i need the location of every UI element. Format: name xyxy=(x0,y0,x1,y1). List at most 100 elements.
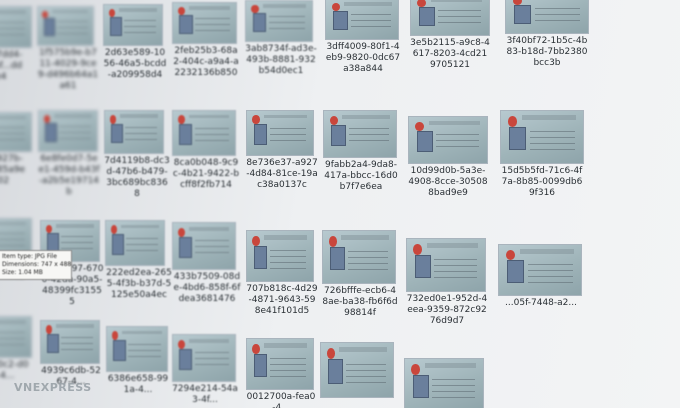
portrait-photo xyxy=(252,13,267,32)
emblem-icon xyxy=(252,236,260,246)
card-text-lines xyxy=(527,264,573,283)
id-card-thumbnail[interactable] xyxy=(106,326,168,372)
card-text-lines xyxy=(124,20,157,36)
card-text-lines xyxy=(270,127,307,145)
card-header-text xyxy=(0,116,26,120)
emblem-icon xyxy=(42,10,49,19)
emblem-icon xyxy=(331,3,340,11)
id-card-thumbnail[interactable] xyxy=(505,0,589,34)
id-card-thumbnail[interactable] xyxy=(105,220,165,266)
file-name-label: ...05f-7448-a2... xyxy=(505,298,577,308)
card-text-lines xyxy=(128,343,161,361)
emblem-icon xyxy=(109,115,116,124)
card-text-lines xyxy=(0,233,25,248)
emblem-icon xyxy=(178,7,185,15)
card-header-text xyxy=(430,0,482,2)
emblem-icon xyxy=(251,5,259,13)
file-name-label: 3ab8734f-ad3e-493b-8881-932b54d0ec1 xyxy=(245,44,317,76)
id-card-thumbnail[interactable] xyxy=(0,112,32,152)
id-card-thumbnail[interactable] xyxy=(246,110,314,156)
file-name-label: 3f40bf72-1b5c-4b83-b18d-7bb2380bcc3b xyxy=(506,36,588,68)
card-header-text xyxy=(428,120,480,125)
card-header-text xyxy=(55,224,94,228)
card-text-lines xyxy=(270,358,307,377)
portrait-photo xyxy=(109,17,123,36)
file-name-label: 2d63e589-1056-46a5-bcdd-a209958d4 xyxy=(103,48,167,80)
card-text-lines xyxy=(0,332,25,348)
id-card-thumbnail[interactable] xyxy=(408,116,488,164)
card-text-lines xyxy=(61,336,94,353)
emblem-icon xyxy=(328,236,337,247)
id-card-thumbnail[interactable] xyxy=(38,110,98,152)
file-name-label: 71f...7dd4-4...5bf...dd1e4 xyxy=(0,50,23,82)
id-card-thumbnail[interactable] xyxy=(37,6,94,46)
emblem-icon xyxy=(177,227,185,237)
card-header-text xyxy=(188,114,230,119)
portrait-photo xyxy=(509,126,526,151)
card-header-text xyxy=(53,114,92,118)
id-card-thumbnail[interactable] xyxy=(498,244,582,296)
emblem-icon xyxy=(411,364,420,375)
id-card-thumbnail[interactable] xyxy=(322,230,396,284)
id-card-thumbnail[interactable] xyxy=(0,316,32,358)
card-header-text xyxy=(120,224,159,229)
portrait-photo xyxy=(507,260,524,283)
id-card-thumbnail[interactable] xyxy=(40,320,100,364)
id-card-thumbnail[interactable] xyxy=(500,110,584,164)
card-header-text xyxy=(55,324,94,329)
portrait-photo xyxy=(514,5,531,24)
id-card-thumbnail[interactable] xyxy=(246,230,314,282)
id-card-thumbnail[interactable] xyxy=(104,110,164,154)
card-text-lines xyxy=(59,126,92,142)
card-text-lines xyxy=(349,128,389,146)
card-header-text xyxy=(51,10,89,14)
id-card-thumbnail[interactable] xyxy=(410,0,490,36)
id-card-thumbnail[interactable] xyxy=(172,222,236,270)
card-text-lines xyxy=(348,250,388,271)
file-name-label: 726bfffe-ecb6-48ae-ba38-fb6f6d98814f xyxy=(322,286,398,318)
card-header-text xyxy=(119,114,158,119)
portrait-photo xyxy=(44,123,58,142)
card-text-lines xyxy=(0,127,25,142)
portrait-photo xyxy=(43,18,56,37)
id-card-thumbnail[interactable] xyxy=(172,334,236,382)
file-name-label: 1f575b9e-b711-4029-9ce9-d496b64a1a61 xyxy=(37,48,99,91)
id-card-thumbnail[interactable] xyxy=(172,2,237,44)
id-card-thumbnail[interactable] xyxy=(246,338,314,390)
file-name-label: 15d5b5fd-71c6-4f7a-8b85-0099db69f316 xyxy=(501,166,583,198)
card-header-text xyxy=(188,338,230,343)
card-text-lines xyxy=(269,16,306,32)
file-name-label: 0012700a-fea0-4... xyxy=(246,392,316,408)
card-header-text xyxy=(118,8,157,12)
card-header-text xyxy=(424,363,476,368)
card-text-lines xyxy=(194,352,229,370)
portrait-photo xyxy=(179,124,193,145)
id-card-thumbnail[interactable] xyxy=(325,0,399,40)
card-text-lines xyxy=(529,130,575,151)
file-name-label: 2feb25b3-68a2-404c-a9a4-a2232136b850 xyxy=(173,46,239,78)
portrait-photo xyxy=(253,246,268,269)
card-header-text xyxy=(339,347,387,353)
card-text-lines xyxy=(195,18,230,34)
card-text-lines xyxy=(438,10,482,26)
id-card-thumbnail[interactable] xyxy=(245,0,313,42)
card-text-lines xyxy=(351,14,391,30)
file-name-label: 8e736e37-a927-4d84-81ce-19ac38a0137c xyxy=(246,158,318,190)
emblem-icon xyxy=(45,325,52,334)
emblem-icon xyxy=(177,339,185,349)
id-card-thumbnail[interactable] xyxy=(172,110,236,156)
emblem-icon xyxy=(413,244,422,255)
id-card-thumbnail[interactable] xyxy=(320,342,394,398)
card-text-lines xyxy=(534,8,580,24)
card-text-lines xyxy=(0,22,26,38)
id-card-thumbnail[interactable] xyxy=(0,6,32,48)
card-header-text xyxy=(0,222,26,226)
id-card-thumbnail[interactable] xyxy=(404,358,484,408)
id-card-thumbnail[interactable] xyxy=(103,4,163,46)
id-card-thumbnail[interactable] xyxy=(323,110,397,158)
id-card-thumbnail[interactable] xyxy=(406,238,486,292)
card-header-text xyxy=(426,243,478,248)
card-header-text xyxy=(122,330,162,335)
watermark-express: EXPRESS xyxy=(32,381,92,394)
card-text-lines xyxy=(434,258,478,279)
